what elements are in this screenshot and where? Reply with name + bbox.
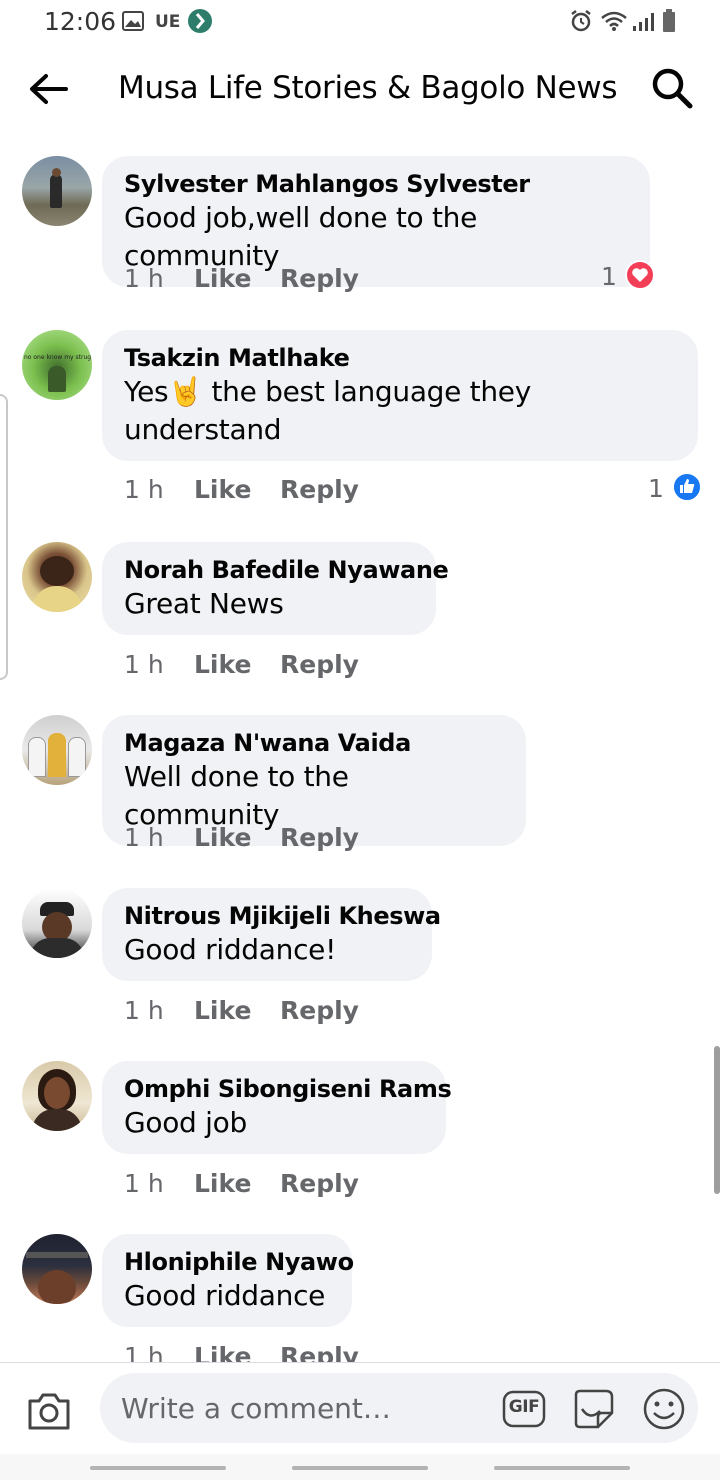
comment-bubble[interactable]: Omphi Sibongiseni Rams Good job (102, 1061, 452, 1154)
gallery-icon (122, 11, 144, 31)
comment-time: 1 h (124, 823, 164, 852)
reaction-count: 1 (648, 474, 664, 503)
status-bar: 12:06 UE (0, 0, 720, 44)
signal-icon (633, 13, 654, 31)
reply-button[interactable]: Reply (280, 996, 359, 1025)
comment-text-part: Yes (124, 375, 169, 408)
app-badge-icon (188, 9, 212, 33)
comment-time: 1 h (124, 1342, 164, 1362)
comment-time: 1 h (124, 475, 164, 504)
comment-author[interactable]: Hloniphile Nyawo (124, 1247, 354, 1277)
like-button[interactable]: Like (194, 264, 251, 293)
comment-time: 1 h (124, 650, 164, 679)
comment-time: 1 h (124, 264, 164, 293)
avatar[interactable] (22, 542, 92, 612)
avatar[interactable]: no one know my struggle (22, 330, 92, 400)
reaction-count: 1 (601, 262, 617, 291)
gif-button[interactable]: GIF (502, 1390, 546, 1428)
comment-bubble[interactable]: Hloniphile Nyawo Good riddance (102, 1234, 354, 1327)
comment-author[interactable]: Nitrous Mjikijeli Kheswa (124, 901, 441, 931)
avatar-caption: no one know my struggle (24, 354, 92, 361)
alarm-icon (571, 10, 591, 32)
comment-bubble[interactable]: Norah Bafedile Nyawane Great News (102, 542, 449, 635)
like-button[interactable]: Like (194, 650, 251, 679)
comment-text-part: the best language they (202, 375, 531, 408)
reply-button[interactable]: Reply (280, 1342, 359, 1362)
like-button[interactable]: Like (194, 823, 251, 852)
emoji-icon[interactable] (642, 1387, 686, 1431)
gif-label: GIF (508, 1397, 540, 1417)
comment-author[interactable]: Norah Bafedile Nyawane (124, 555, 449, 585)
back-nav-button[interactable] (494, 1466, 630, 1470)
comment-time: 1 h (124, 996, 164, 1025)
reply-button[interactable]: Reply (280, 650, 359, 679)
reply-button[interactable]: Reply (280, 823, 359, 852)
wifi-icon (601, 11, 627, 31)
battery-icon (663, 9, 675, 32)
recents-button[interactable] (90, 1466, 226, 1470)
comment-composer: GIF (0, 1362, 720, 1454)
comment-author[interactable]: Sylvester Mahlangos Sylvester (124, 169, 628, 199)
sticker-icon[interactable] (570, 1387, 616, 1431)
reaction-summary[interactable]: 1 (648, 472, 708, 504)
comment-text: Yes🤘 the best language they understand (124, 373, 676, 449)
comment-bubble[interactable]: Sylvester Mahlangos Sylvester Good job,w… (102, 156, 650, 287)
like-reaction-icon (672, 472, 702, 502)
like-button[interactable]: Like (194, 475, 251, 504)
comment-text-part: understand (124, 413, 282, 446)
scrollbar[interactable] (714, 1046, 720, 1194)
comment-text: Great News (124, 587, 284, 620)
reply-button[interactable]: Reply (280, 1169, 359, 1198)
page-title: Musa Life Stories & Bagolo News (118, 70, 618, 106)
comment-bubble[interactable]: Tsakzin Matlhake Yes🤘 the best language … (102, 330, 698, 461)
avatar[interactable] (22, 156, 92, 226)
carrier-icon: UE (155, 12, 181, 32)
like-button[interactable]: Like (194, 1342, 251, 1362)
system-nav-bar (0, 1454, 720, 1480)
reaction-summary[interactable]: 1 (601, 260, 661, 292)
like-button[interactable]: Like (194, 996, 251, 1025)
page-header: Musa Life Stories & Bagolo News (0, 44, 720, 136)
love-reaction-icon (625, 260, 655, 290)
comment-time: 1 h (124, 1169, 164, 1198)
like-button[interactable]: Like (194, 1169, 251, 1198)
search-icon[interactable] (648, 64, 696, 112)
comment-bubble[interactable]: Nitrous Mjikijeli Kheswa Good riddance! (102, 888, 441, 981)
status-time: 12:06 (44, 7, 117, 36)
comment-author[interactable]: Omphi Sibongiseni Rams (124, 1074, 452, 1104)
edge-panel-handle[interactable] (0, 394, 8, 680)
comment-author[interactable]: Magaza N'wana Vaida (124, 728, 504, 758)
comment-text: Good riddance (124, 1279, 326, 1312)
reply-button[interactable]: Reply (280, 475, 359, 504)
reply-button[interactable]: Reply (280, 264, 359, 293)
home-button[interactable] (292, 1466, 428, 1470)
arrow-left-icon[interactable] (26, 66, 72, 112)
avatar[interactable] (22, 715, 92, 785)
comment-text: Good job (124, 1106, 247, 1139)
avatar[interactable] (22, 888, 92, 958)
comment-text: Good riddance! (124, 933, 337, 966)
comments-list[interactable]: Sylvester Mahlangos Sylvester Good job,w… (0, 136, 720, 1362)
avatar[interactable] (22, 1061, 92, 1131)
rock-on-emoji: 🤘 (168, 375, 203, 408)
camera-icon[interactable] (26, 1391, 72, 1431)
avatar[interactable] (22, 1234, 92, 1304)
comment-author[interactable]: Tsakzin Matlhake (124, 343, 676, 373)
